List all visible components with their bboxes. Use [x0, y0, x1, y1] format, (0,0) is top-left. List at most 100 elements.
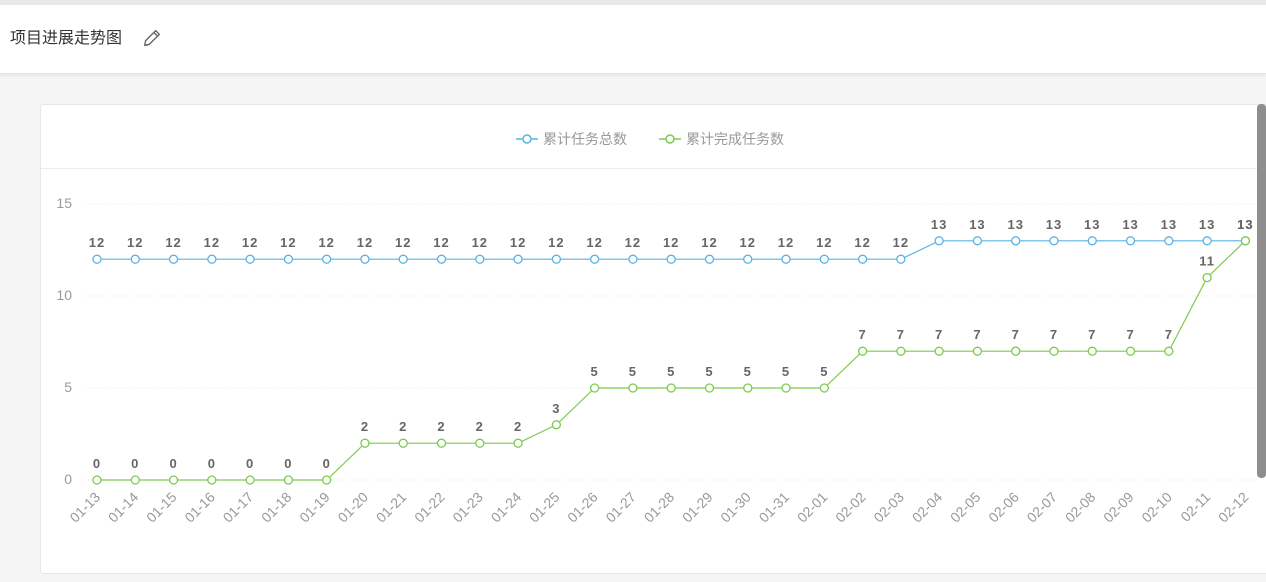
data-label: 7	[973, 327, 981, 342]
data-point[interactable]	[1011, 346, 1021, 356]
data-point[interactable]	[551, 254, 562, 264]
x-tick-label: 01-13	[66, 489, 103, 526]
data-point[interactable]	[398, 438, 408, 448]
data-point[interactable]	[896, 254, 906, 264]
data-point[interactable]	[781, 254, 791, 264]
data-point[interactable]	[130, 475, 140, 485]
data-point[interactable]	[1202, 236, 1212, 246]
data-point[interactable]	[1164, 236, 1174, 246]
vertical-scrollbar[interactable]	[1257, 104, 1266, 478]
data-point[interactable]	[972, 236, 983, 246]
data-point[interactable]	[92, 254, 102, 264]
data-point[interactable]	[934, 236, 944, 246]
data-label: 12	[701, 235, 717, 250]
data-point[interactable]	[628, 254, 638, 264]
x-tick-label: 02-02	[832, 489, 869, 526]
x-tick-label: 02-07	[1023, 489, 1060, 526]
x-tick-label: 01-24	[488, 489, 525, 526]
x-tick-label: 01-27	[602, 489, 639, 526]
data-point[interactable]	[1125, 346, 1136, 356]
data-label: 7	[1126, 327, 1134, 342]
x-tick-label: 01-26	[564, 489, 601, 526]
data-point[interactable]	[92, 475, 102, 485]
data-point[interactable]	[513, 254, 523, 264]
data-point[interactable]	[1087, 346, 1097, 356]
data-label: 12	[854, 235, 870, 250]
x-tick-label: 01-23	[449, 489, 486, 526]
data-point[interactable]	[1202, 272, 1212, 283]
x-tick-label: 01-25	[526, 489, 563, 526]
data-point[interactable]	[207, 475, 217, 485]
data-point[interactable]	[704, 254, 715, 264]
legend-label[interactable]: 累计完成任务数	[686, 132, 784, 148]
data-label: 12	[586, 235, 602, 250]
x-tick-label: 01-14	[105, 489, 142, 526]
data-label: 12	[893, 235, 909, 250]
x-tick-label: 02-06	[985, 489, 1022, 526]
data-point[interactable]	[322, 475, 332, 485]
data-point[interactable]	[589, 254, 600, 264]
data-point[interactable]	[666, 254, 676, 264]
x-tick-label: 01-29	[679, 489, 716, 526]
legend-marker-icon	[665, 134, 675, 144]
data-point[interactable]	[704, 383, 715, 393]
data-point[interactable]	[1087, 236, 1097, 246]
data-point[interactable]	[360, 438, 370, 448]
data-point[interactable]	[168, 475, 179, 485]
data-label: 0	[208, 456, 216, 471]
data-point[interactable]	[322, 254, 332, 264]
data-point[interactable]	[819, 254, 829, 264]
data-label: 12	[548, 235, 564, 250]
data-label: 7	[858, 327, 866, 342]
data-point[interactable]	[896, 346, 906, 356]
data-point[interactable]	[551, 420, 562, 430]
data-label: 12	[433, 235, 449, 250]
data-point[interactable]	[398, 254, 408, 264]
data-point[interactable]	[972, 346, 983, 356]
data-point[interactable]	[436, 438, 447, 448]
data-point[interactable]	[1240, 236, 1251, 246]
data-point[interactable]	[360, 254, 370, 264]
data-point[interactable]	[1125, 236, 1136, 246]
data-label: 7	[1165, 327, 1173, 342]
data-point[interactable]	[1049, 236, 1059, 246]
data-point[interactable]	[1049, 346, 1059, 356]
data-label: 0	[131, 456, 139, 471]
y-tick-label: 0	[64, 471, 72, 487]
data-point[interactable]	[589, 383, 600, 393]
series-line	[97, 240, 1246, 481]
data-point[interactable]	[168, 254, 179, 264]
data-point[interactable]	[781, 383, 791, 393]
data-label: 12	[625, 235, 641, 250]
data-point[interactable]	[475, 254, 485, 264]
x-tick-label: 01-31	[756, 489, 793, 526]
data-point[interactable]	[245, 254, 255, 264]
data-label: 5	[782, 364, 790, 379]
data-point[interactable]	[283, 475, 294, 485]
legend-label[interactable]: 累计任务总数	[543, 132, 627, 148]
data-point[interactable]	[1011, 236, 1021, 246]
data-point[interactable]	[857, 346, 868, 356]
data-point[interactable]	[666, 383, 676, 393]
data-point[interactable]	[475, 438, 485, 448]
data-label: 2	[514, 419, 522, 434]
data-point[interactable]	[283, 254, 294, 264]
legend-marker-icon	[522, 134, 532, 144]
data-point[interactable]	[436, 254, 447, 264]
data-point[interactable]	[934, 346, 944, 356]
data-point[interactable]	[207, 254, 217, 264]
x-tick-label: 02-08	[1062, 489, 1099, 526]
data-label: 5	[629, 364, 637, 379]
data-point[interactable]	[513, 438, 523, 448]
data-point[interactable]	[857, 254, 868, 264]
data-point[interactable]	[743, 254, 753, 264]
data-point[interactable]	[743, 383, 753, 393]
data-point[interactable]	[245, 475, 255, 485]
data-label: 12	[740, 235, 756, 250]
data-point[interactable]	[819, 383, 829, 393]
data-point[interactable]	[1164, 346, 1174, 356]
x-tick-label: 01-30	[717, 489, 754, 526]
data-point[interactable]	[130, 254, 140, 264]
data-point[interactable]	[628, 383, 638, 393]
x-tick-label: 02-01	[794, 489, 831, 526]
